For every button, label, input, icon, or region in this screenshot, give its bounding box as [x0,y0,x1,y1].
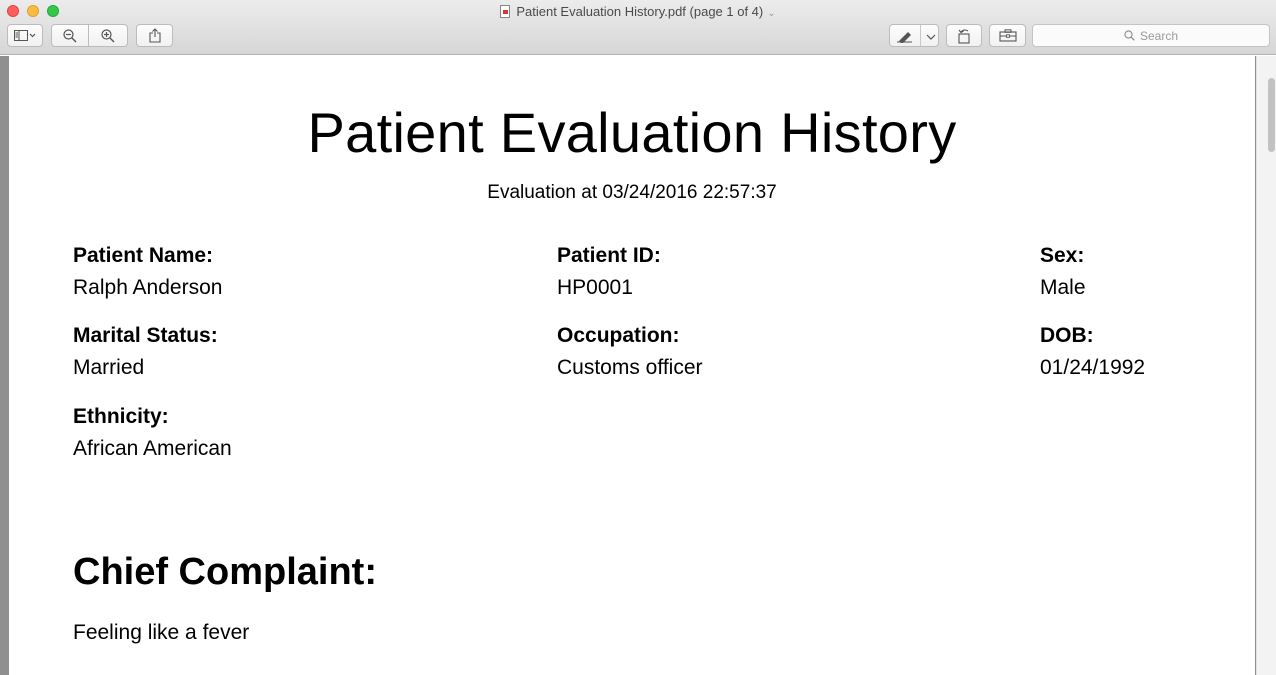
chief-complaint-heading: Chief Complaint: [73,551,377,593]
sex-field: Sex: Male [1040,243,1086,301]
ethnicity-label: Ethnicity: [73,405,169,428]
markup-button[interactable] [889,24,939,47]
patient-id-label: Patient ID: [557,244,661,267]
dob-label: DOB: [1040,324,1094,347]
occupation-label: Occupation: [557,324,680,347]
window-title[interactable]: Patient Evaluation History.pdf (page 1 o… [0,3,1276,22]
pdf-document-icon [500,5,511,18]
evaluation-timestamp: Evaluation at 03/24/2016 22:57:37 [487,182,777,203]
dob-value: 01/24/1992 [1040,356,1146,379]
zoom-out-button[interactable] [51,24,89,47]
document-title: Patient Evaluation History [307,101,957,164]
window-title-text: Patient Evaluation History.pdf (page 1 o… [516,4,764,19]
vertical-scrollbar[interactable] [1256,56,1276,675]
patient-name-field: Patient Name: Ralph Anderson [73,243,222,301]
patient-name-value: Ralph Anderson [73,276,223,299]
patient-id-field: Patient ID: HP0001 [557,243,661,301]
pen-icon [897,31,912,43]
sex-value: Male [1040,276,1086,299]
share-button[interactable] [136,24,173,47]
zoom-in-icon [101,28,115,42]
chevron-down-icon[interactable] [926,33,936,41]
search-input[interactable]: Search [1032,24,1270,47]
ethnicity-value: African American [73,437,232,460]
sidebar-icon [14,29,36,41]
rotate-button[interactable] [946,24,982,47]
patient-id-value: HP0001 [557,276,633,299]
ethnicity-field: Ethnicity: African American [73,404,232,462]
dob-field: DOB: 01/24/1992 [1040,323,1145,381]
occupation-field: Occupation: Customs officer [557,323,703,381]
marital-status-field: Marital Status: Married [73,323,218,381]
window-toolbar: Patient Evaluation History.pdf (page 1 o… [0,0,1276,55]
sex-label: Sex: [1040,244,1085,267]
chevron-down-icon: ⌄ [767,8,776,19]
marital-status-value: Married [73,356,145,379]
sidebar-view-button[interactable] [7,24,43,47]
marital-status-label: Marital Status: [73,324,218,347]
zoom-out-icon [63,28,77,42]
pdf-page: Patient Evaluation History Evaluation at… [9,56,1255,675]
occupation-value: Customs officer [557,356,703,379]
toolbox-icon [998,29,1017,42]
toolbox-button[interactable] [989,24,1026,47]
document-viewer[interactable]: Patient Evaluation History Evaluation at… [0,56,1276,675]
search-icon [1124,30,1135,41]
zoom-in-button[interactable] [89,24,128,47]
rotate-icon [958,28,970,44]
share-icon [148,28,161,43]
chief-complaint-text: Feeling like a fever [73,621,250,644]
patient-name-label: Patient Name: [73,244,214,267]
scrollbar-thumb[interactable] [1268,78,1275,152]
search-placeholder: Search [1139,28,1179,43]
